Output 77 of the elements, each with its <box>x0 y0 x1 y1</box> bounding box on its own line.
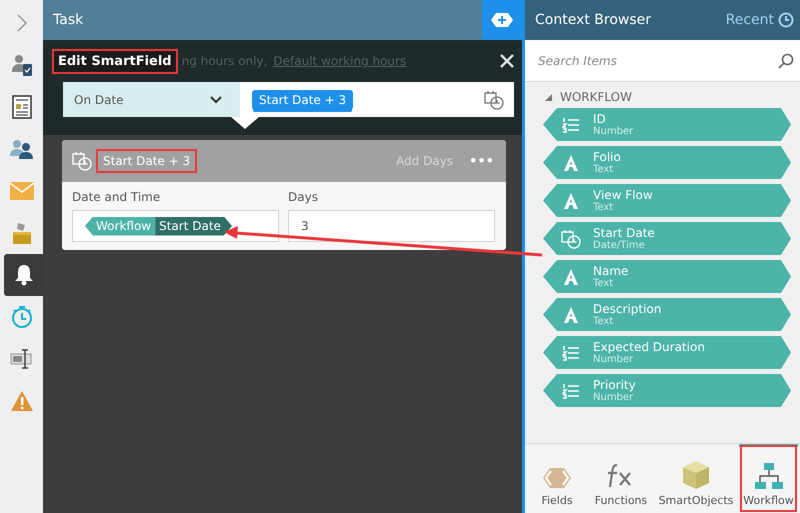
close-icon <box>500 54 514 68</box>
date-time-field[interactable]: Workflow Start Date <box>72 210 279 242</box>
item-type: Text <box>593 164 614 176</box>
numbered-list-icon <box>562 344 580 360</box>
context-item[interactable]: Start Date Date/Time <box>543 222 791 255</box>
triangle-icon <box>545 94 552 100</box>
item-type: Text <box>593 278 614 290</box>
sidebar-item[interactable] <box>4 254 43 296</box>
item-type: Number <box>593 392 634 404</box>
letter-a-icon <box>562 154 580 172</box>
recent-button[interactable]: Recent <box>726 12 794 28</box>
mode-dropdown[interactable]: On Date <box>63 82 240 117</box>
item-name: Folio <box>593 150 621 164</box>
item-name: Expected Duration <box>593 340 705 354</box>
chevron-down-icon <box>210 96 222 104</box>
task-title: Task <box>53 12 84 28</box>
chevron-right-icon <box>16 14 28 32</box>
item-name: Start Date <box>593 226 655 240</box>
bell-icon <box>14 264 34 286</box>
context-item[interactable]: Priority Number <box>543 374 791 407</box>
field-token: Workflow <box>85 216 156 236</box>
context-item[interactable]: Name Text <box>543 260 791 293</box>
search-field[interactable]: Search Items <box>536 52 778 68</box>
item-type: Number <box>593 354 634 366</box>
context-item[interactable]: View Flow Text <box>543 184 791 217</box>
item-name: Description <box>593 302 662 316</box>
letter-a-icon <box>562 306 580 324</box>
search-field-box[interactable]: Search Items <box>525 40 800 82</box>
browser-tab[interactable]: Workflow <box>739 444 798 513</box>
browser-tab[interactable]: Functions <box>589 444 653 513</box>
document-icon <box>12 95 32 119</box>
field-label: Date and Time <box>72 190 162 204</box>
warning-icon <box>10 390 34 412</box>
hierarchy-icon <box>754 462 784 490</box>
card-title: Start Date + 3 <box>98 151 196 171</box>
close-button[interactable] <box>500 54 514 68</box>
user-clipboard-icon <box>10 53 34 77</box>
letter-a-icon <box>562 192 580 210</box>
inbox-tray-icon <box>10 221 32 245</box>
item-type: Date/Time <box>593 240 646 252</box>
item-name: ID <box>593 112 607 126</box>
more-button[interactable]: ••• <box>459 154 494 168</box>
item-type: Number <box>593 126 634 138</box>
item-type: Text <box>593 316 614 328</box>
users-icon <box>8 138 34 160</box>
context-item[interactable]: Folio Text <box>543 146 791 179</box>
letter-a-icon <box>562 268 580 286</box>
clock-icon <box>778 12 794 28</box>
add-button[interactable] <box>482 0 522 40</box>
calendar-clock-icon <box>484 90 504 110</box>
context-item[interactable]: ID Number <box>543 108 791 141</box>
field-token: Start Date <box>155 216 232 236</box>
expression-token[interactable]: Start Date + 3 <box>252 90 354 110</box>
dialog-title: Edit SmartField <box>54 50 176 72</box>
search-icon <box>778 52 794 68</box>
item-type: Text <box>593 202 614 214</box>
calendar-clock-icon <box>72 151 92 171</box>
browser-tab[interactable]: SmartObjects <box>653 444 739 513</box>
item-name: Priority <box>593 378 636 392</box>
context-browser-title: Context Browser <box>535 12 652 28</box>
item-name: View Flow <box>593 188 653 202</box>
context-item[interactable]: Expected Duration Number <box>543 336 791 369</box>
numbered-list-icon <box>562 116 580 132</box>
stopwatch-icon <box>10 305 32 329</box>
field-label: Days <box>288 190 319 204</box>
context-item[interactable]: Description Text <box>543 298 791 331</box>
item-name: Name <box>593 264 628 278</box>
workflow-section-toggle[interactable]: WORKFLOW <box>525 82 800 108</box>
numbered-list-icon <box>562 382 580 398</box>
plus-icon <box>491 13 513 27</box>
cube-icon <box>681 460 711 490</box>
text-field-icon <box>10 348 34 370</box>
hexagon-brackets-icon <box>541 466 573 490</box>
days-field[interactable]: 3 <box>288 210 495 242</box>
envelope-icon <box>10 182 34 200</box>
browser-tab[interactable]: Fields <box>525 444 589 513</box>
calendar-clock-icon <box>561 228 581 248</box>
